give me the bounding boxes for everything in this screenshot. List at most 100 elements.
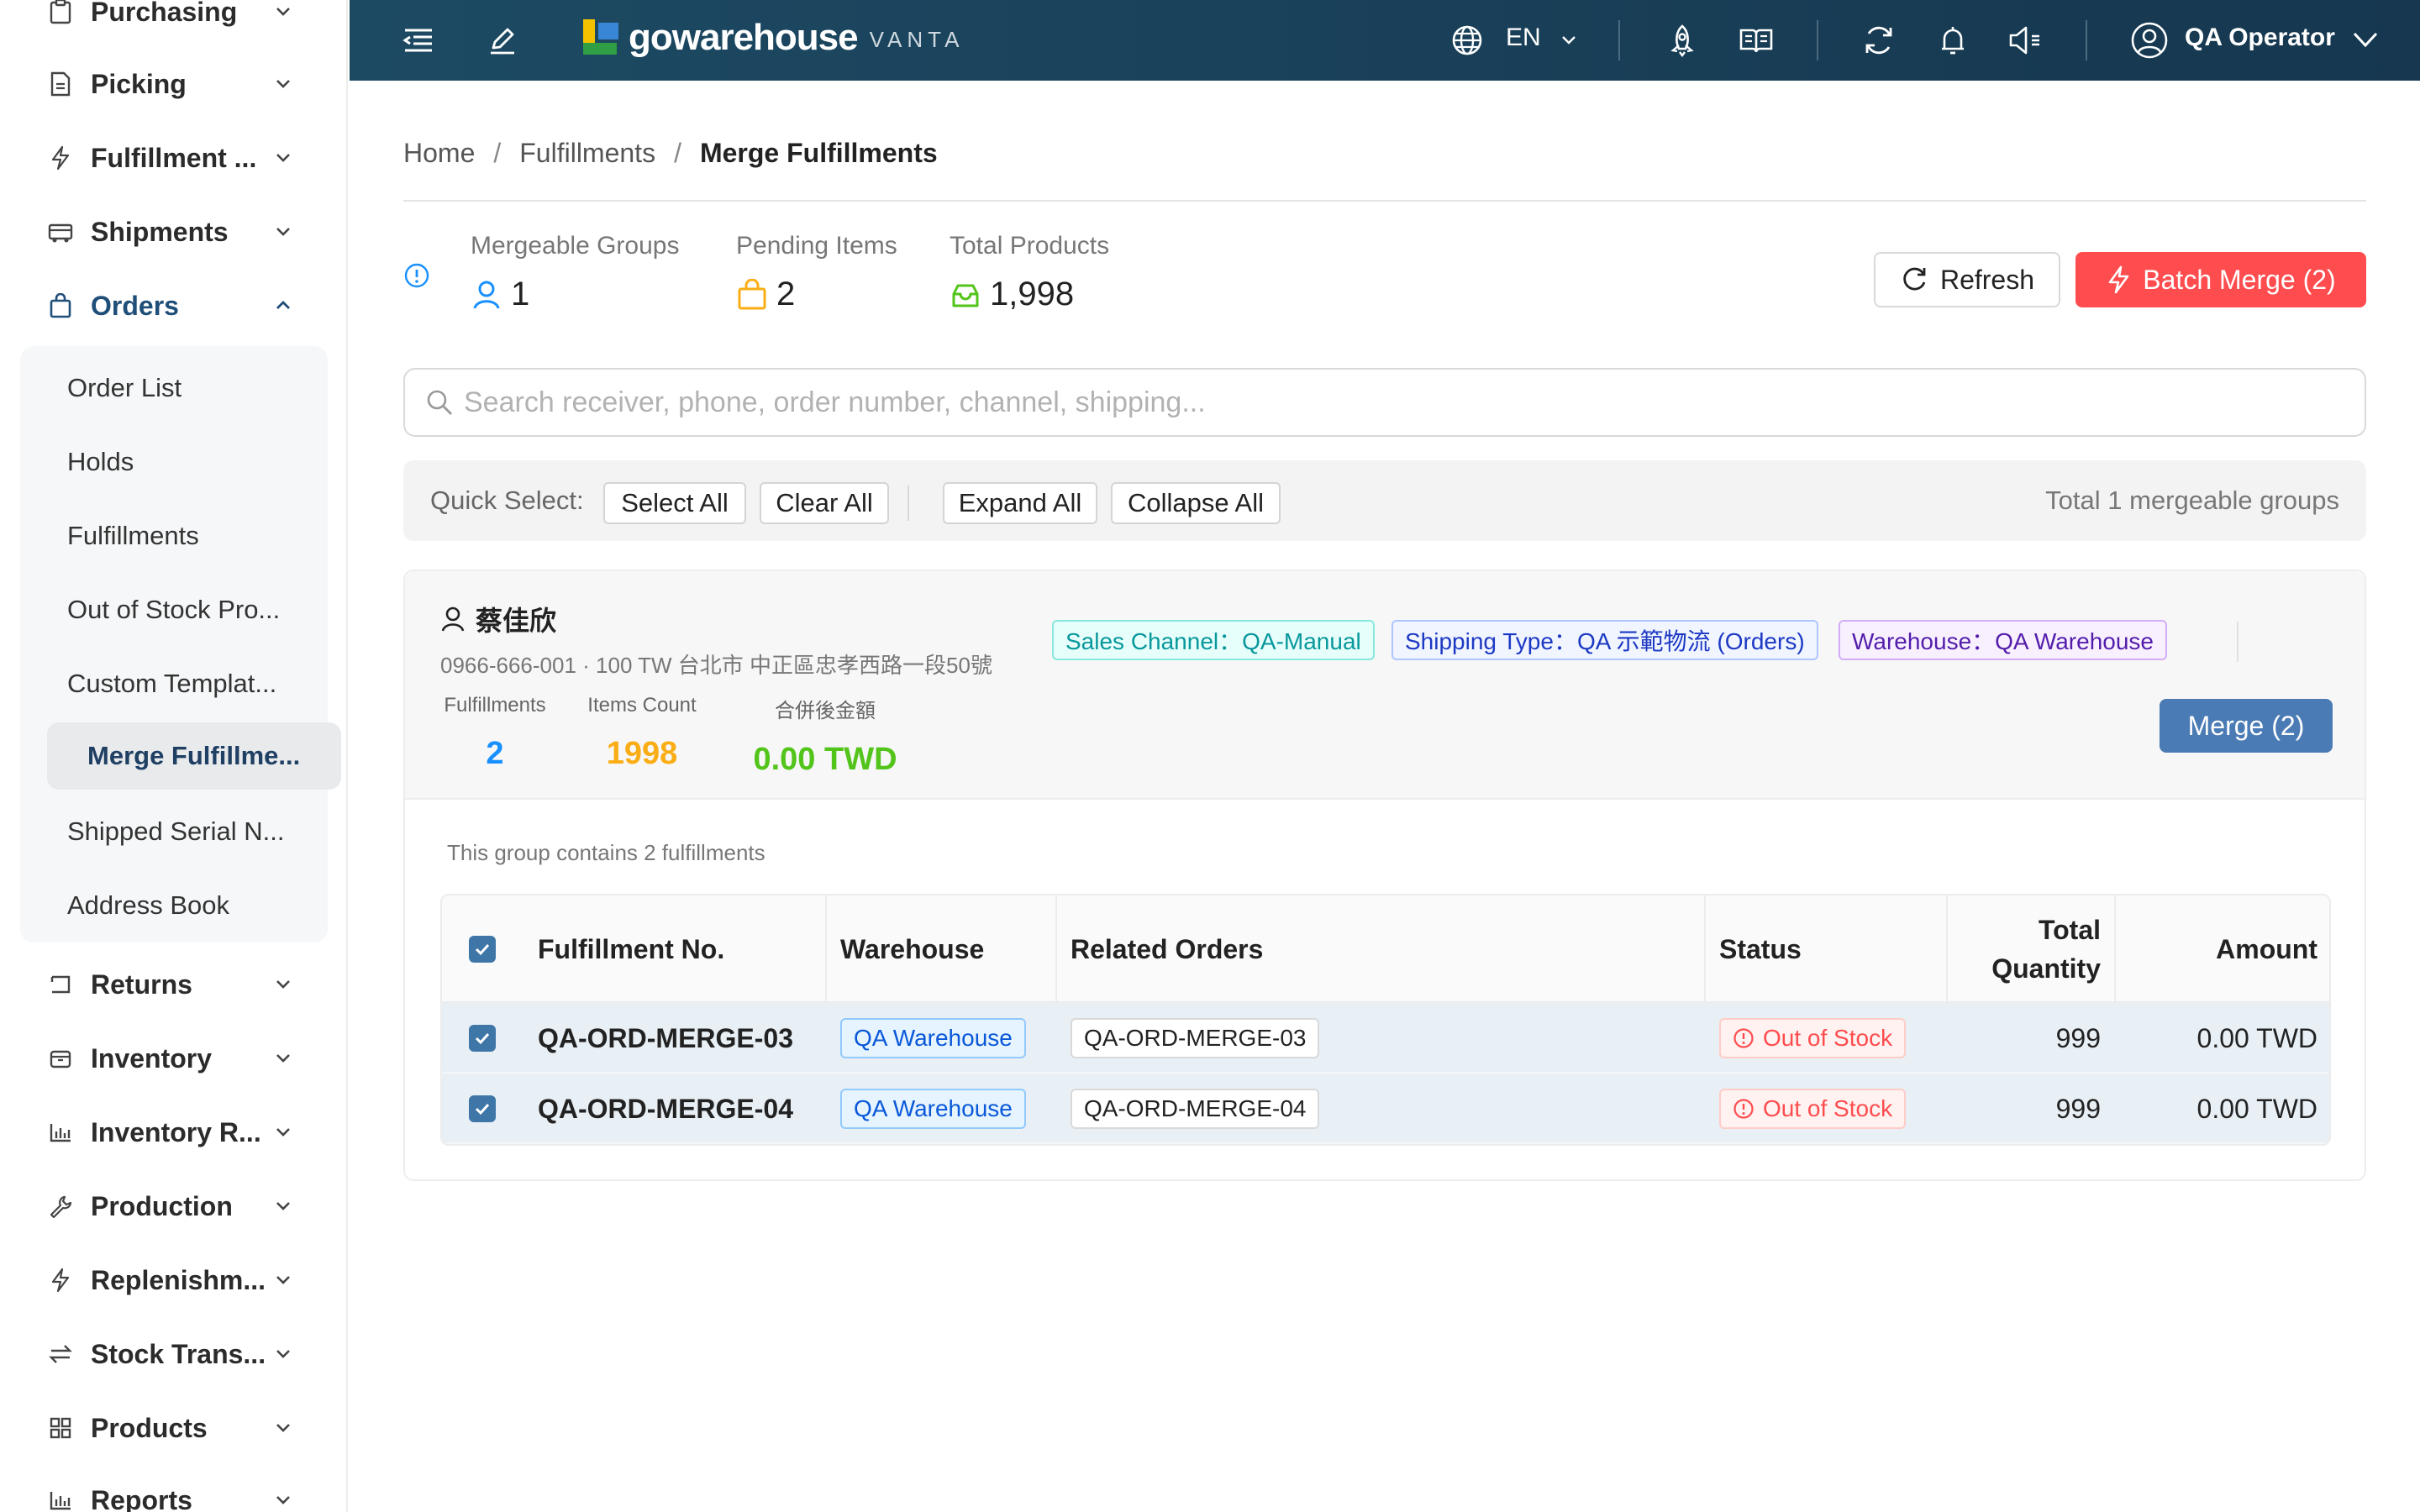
logo-text: gowarehouse xyxy=(629,17,859,58)
column-divider xyxy=(1704,895,1706,1003)
sidebar-item-label: Orders xyxy=(91,290,179,321)
chevron-down-icon xyxy=(276,8,290,16)
chevron-up-icon xyxy=(276,301,290,309)
clear-all-button[interactable]: Clear All xyxy=(760,482,889,524)
stat-pending-items: Pending Items 2 xyxy=(736,232,897,313)
group-stat-label: Items Count xyxy=(587,694,697,717)
submenu-item-custom-templates[interactable]: Custom Templat... xyxy=(67,654,328,714)
sidebar-item-label: Production xyxy=(91,1190,233,1221)
sidebar-item-products[interactable]: Products xyxy=(47,1403,294,1453)
rocket-icon[interactable] xyxy=(1662,20,1702,60)
cell-related-order-tag[interactable]: QA-ORD-MERGE-03 xyxy=(1071,1018,1320,1058)
row-checkbox[interactable] xyxy=(469,1074,496,1144)
globe-icon[interactable] xyxy=(1447,20,1487,60)
col-status: Status xyxy=(1719,933,1802,964)
merge-group-card: 蔡佳欣 0966-666-001 · 100 TW 台北市 中正區忠孝西路一段5… xyxy=(403,570,2366,1181)
bar-chart-icon xyxy=(47,1487,74,1512)
col-amount: Amount xyxy=(2216,933,2317,964)
submenu-item-shipped-serial[interactable]: Shipped Serial N... xyxy=(67,801,328,862)
language-selector[interactable]: EN xyxy=(1506,24,1541,52)
submenu-item-address-book[interactable]: Address Book xyxy=(67,875,328,936)
sidebar-item-replenishment[interactable]: Replenishm... xyxy=(47,1255,294,1305)
table-row[interactable]: QA-ORD-MERGE-03 QA Warehouse QA-ORD-MERG… xyxy=(442,1003,2329,1074)
search-icon xyxy=(427,390,452,415)
refresh-button[interactable]: Refresh xyxy=(1874,252,2060,307)
chevron-down-icon[interactable] xyxy=(1560,32,1578,49)
chevron-down-icon xyxy=(276,1202,290,1210)
submenu-item-order-list[interactable]: Order List xyxy=(67,358,328,418)
edit-icon[interactable] xyxy=(482,20,523,60)
select-all-button[interactable]: Select All xyxy=(603,482,746,524)
table-row[interactable]: QA-ORD-MERGE-04 QA Warehouse QA-ORD-MERG… xyxy=(442,1074,2329,1144)
user-icon xyxy=(441,606,465,632)
stat-label: Total Products xyxy=(950,232,1110,260)
sidebar-item-returns[interactable]: Returns xyxy=(47,959,294,1010)
group-stat-value: 1998 xyxy=(606,736,678,771)
book-icon[interactable] xyxy=(1736,20,1776,60)
collapse-all-button[interactable]: Collapse All xyxy=(1111,482,1281,524)
chevron-down-icon xyxy=(276,80,290,88)
shopping-bag-icon xyxy=(738,278,766,309)
submenu-item-merge-fulfillments[interactable]: Merge Fulfillme... xyxy=(47,722,341,790)
sidebar-item-fulfillment[interactable]: Fulfillment ... xyxy=(47,133,294,183)
sidebar-item-label: Replenishm... xyxy=(91,1264,266,1295)
top-header: gowarehouse VANTA EN QA Operator xyxy=(350,0,2420,81)
row-checkbox[interactable] xyxy=(469,1003,496,1074)
col-total-quantity: Total Quantity xyxy=(1954,895,2101,1003)
sound-icon[interactable] xyxy=(2005,20,2045,60)
submenu-item-holds[interactable]: Holds xyxy=(67,432,328,492)
bell-icon[interactable] xyxy=(1933,20,1973,60)
checkbox-checked-icon xyxy=(469,1025,496,1052)
submenu-item-out-of-stock[interactable]: Out of Stock Pro... xyxy=(67,580,328,640)
sidebar-item-production[interactable]: Production xyxy=(47,1181,294,1231)
sidebar-item-orders[interactable]: Orders xyxy=(47,281,294,331)
stat-label: Mergeable Groups xyxy=(471,232,680,260)
user-avatar-icon[interactable] xyxy=(2129,20,2170,60)
search-input[interactable] xyxy=(464,386,2312,419)
submenu-item-fulfillments[interactable]: Fulfillments xyxy=(67,506,328,566)
sidebar-item-label: Reports xyxy=(91,1484,192,1512)
breadcrumb-current: Merge Fulfillments xyxy=(699,138,938,168)
breadcrumb-parent[interactable]: Fulfillments xyxy=(519,138,655,168)
warning-circle-icon xyxy=(1733,1099,1754,1119)
sidebar-item-label: Inventory xyxy=(91,1042,213,1074)
col-warehouse: Warehouse xyxy=(840,933,985,964)
user-menu[interactable]: QA Operator xyxy=(2185,24,2335,52)
wrench-icon xyxy=(47,1193,74,1220)
batch-merge-label: Batch Merge (2) xyxy=(2143,264,2336,295)
breadcrumb-separator: / xyxy=(493,138,502,168)
truck-icon xyxy=(47,218,74,245)
refresh-icon[interactable] xyxy=(1859,20,1899,60)
sidebar-item-inventory-reports[interactable]: Inventory R... xyxy=(47,1107,294,1158)
app-logo[interactable]: gowarehouse VANTA xyxy=(583,17,964,59)
sidebar-item-shipments[interactable]: Shipments xyxy=(47,207,294,257)
tag-sales-channel: Sales Channel：QA-Manual xyxy=(1052,620,1375,660)
return-icon xyxy=(47,971,74,998)
chevron-down-icon[interactable] xyxy=(2351,27,2380,52)
cell-warehouse-tag: QA Warehouse xyxy=(840,1018,1026,1058)
receiver-address: 0966-666-001 · 100 TW 台北市 中正區忠孝西路一段50號 xyxy=(440,653,992,678)
sidebar-item-purchasing[interactable]: Purchasing xyxy=(47,0,294,37)
sidebar-item-inventory[interactable]: Inventory xyxy=(47,1033,294,1084)
batch-merge-button[interactable]: Batch Merge (2) xyxy=(2075,252,2366,307)
select-all-checkbox[interactable] xyxy=(469,895,499,1003)
group-stat-label: 合併後金額 xyxy=(775,700,876,722)
quick-select-label: Quick Select: xyxy=(430,486,584,515)
total-groups-text: Total 1 mergeable groups xyxy=(2045,486,2339,515)
cell-amount: 0.00 TWD xyxy=(2196,1022,2317,1053)
sidebar-item-label: Purchasing xyxy=(91,0,238,27)
orders-submenu: Order List Holds Fulfillments Out of Sto… xyxy=(20,346,341,942)
breadcrumb-home[interactable]: Home xyxy=(403,138,475,168)
group-header[interactable]: 蔡佳欣 0966-666-001 · 100 TW 台北市 中正區忠孝西路一段5… xyxy=(405,571,2365,800)
merge-group-button[interactable]: Merge (2) xyxy=(2160,699,2333,753)
sidebar-item-label: Inventory R... xyxy=(91,1116,261,1147)
cell-related-order-tag[interactable]: QA-ORD-MERGE-04 xyxy=(1071,1089,1320,1129)
sidebar-item-picking[interactable]: Picking xyxy=(47,59,294,109)
col-fulfillment-no: Fulfillment No. xyxy=(538,933,725,964)
menu-toggle-icon[interactable] xyxy=(398,20,439,60)
sidebar-item-stock-transfer[interactable]: Stock Trans... xyxy=(47,1329,294,1379)
sidebar-item-reports[interactable]: Reports xyxy=(47,1475,294,1512)
expand-all-button[interactable]: Expand All xyxy=(943,482,1097,524)
sidebar-item-label: Picking xyxy=(91,68,187,99)
quick-select-divider xyxy=(908,486,909,521)
